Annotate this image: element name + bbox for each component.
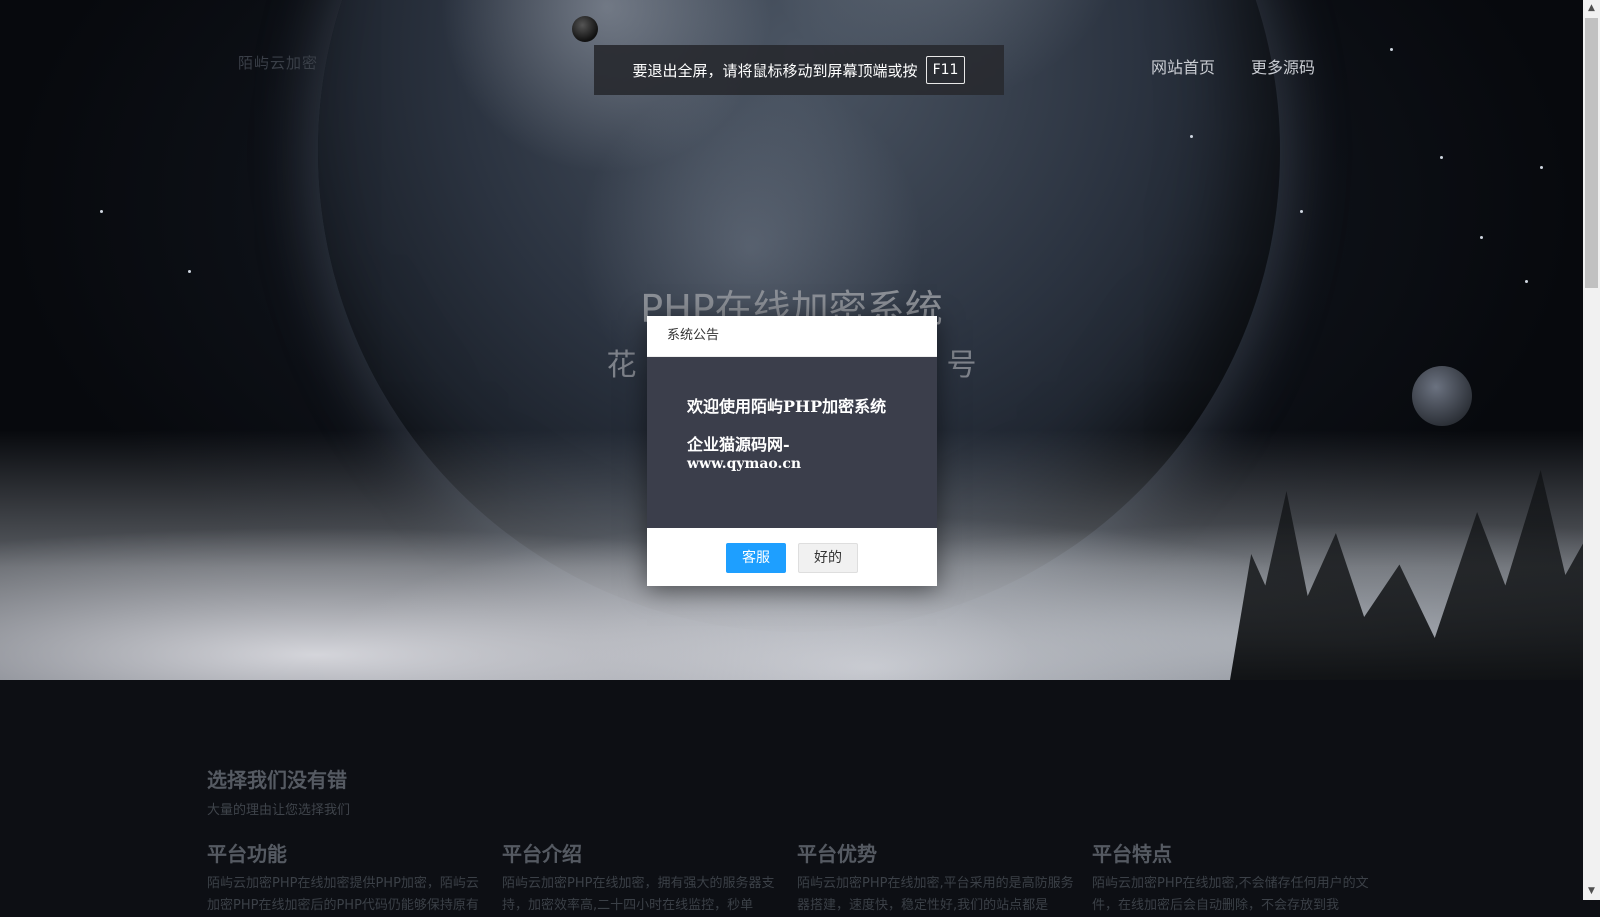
fullscreen-tip-text: 要退出全屏，请将鼠标移动到屏幕顶端或按 bbox=[632, 61, 918, 80]
star bbox=[188, 270, 191, 273]
feature-desc: 陌屿云加密PHP在线加密,不会储存任何用户的文件，在线加密后会自动删除，不会存放… bbox=[1092, 876, 1369, 913]
scroll-down-arrow-icon[interactable]: ▼ bbox=[1583, 883, 1600, 900]
dialog-welcome-text: 欢迎使用陌屿PHP加密系统 bbox=[687, 397, 887, 416]
feature-item: 平台特点 陌屿云加密PHP在线加密,不会储存任何用户的文件，在线加密后会自动删除… bbox=[1092, 838, 1387, 917]
ok-button[interactable]: 好的 bbox=[798, 542, 858, 573]
feature-item: 平台优势 陌屿云加密PHP在线加密,平台采用的是高防服务器搭建，速度快，稳定性好… bbox=[797, 838, 1092, 917]
f11-key: F11 bbox=[925, 56, 966, 84]
feature-item: 平台功能 陌屿云加密PHP在线加密提供PHP加密，陌屿云加密PHP在线加密后的P… bbox=[207, 838, 502, 917]
nav-more-source-link[interactable]: 更多源码 bbox=[1251, 54, 1315, 78]
star bbox=[1480, 236, 1483, 239]
announcement-dialog: 系统公告 欢迎使用陌屿PHP加密系统 企业猫源码网- www.qymao.cn … bbox=[647, 316, 937, 586]
small-moon bbox=[572, 16, 598, 42]
feature-desc: 陌屿云加密PHP在线加密，拥有强大的服务器支持，加密效率高,二十四小时在线监控，… bbox=[502, 876, 775, 913]
star bbox=[1440, 156, 1443, 159]
dialog-body: 欢迎使用陌屿PHP加密系统 企业猫源码网- www.qymao.cn bbox=[647, 357, 937, 528]
dialog-site-name: 企业猫源码网- bbox=[687, 435, 790, 454]
dialog-site-url: www.qymao.cn bbox=[687, 456, 802, 472]
feature-list: 平台功能 陌屿云加密PHP在线加密提供PHP加密，陌屿云加密PHP在线加密后的P… bbox=[207, 838, 1387, 917]
star bbox=[1390, 48, 1393, 51]
star bbox=[1190, 135, 1193, 138]
feature-desc: 陌屿云加密PHP在线加密提供PHP加密，陌屿云加密PHP在线加密后的PHP代码仍… bbox=[207, 876, 479, 913]
dialog-title: 系统公告 bbox=[647, 316, 937, 357]
scrollbar-thumb[interactable] bbox=[1585, 18, 1598, 288]
section-title: 选择我们没有错 bbox=[207, 768, 347, 792]
feature-title: 平台特点 bbox=[1092, 842, 1172, 866]
feature-title: 平台功能 bbox=[207, 842, 287, 866]
star bbox=[100, 210, 103, 213]
star bbox=[1540, 166, 1543, 169]
vertical-scrollbar[interactable]: ▲ ▼ bbox=[1583, 0, 1600, 900]
customer-service-button[interactable]: 客服 bbox=[726, 542, 786, 573]
feature-title: 平台优势 bbox=[797, 842, 877, 866]
feature-item: 平台介绍 陌屿云加密PHP在线加密，拥有强大的服务器支持，加密效率高,二十四小时… bbox=[502, 838, 797, 917]
site-logo[interactable]: 陌屿云加密 bbox=[238, 52, 318, 73]
feature-title: 平台介绍 bbox=[502, 842, 582, 866]
hero-subtitle-left: 花 bbox=[606, 348, 637, 383]
nav-home-link[interactable]: 网站首页 bbox=[1151, 54, 1215, 78]
hero-subtitle-right: 号 bbox=[946, 348, 977, 383]
dialog-footer: 客服 好的 bbox=[647, 528, 937, 587]
feature-desc: 陌屿云加密PHP在线加密,平台采用的是高防服务器搭建，速度快，稳定性好,我们的站… bbox=[797, 876, 1074, 913]
section-subtitle: 大量的理由让您选择我们 bbox=[207, 803, 351, 818]
why-choose-us-header: 选择我们没有错 大量的理由让您选择我们 bbox=[207, 764, 350, 818]
star bbox=[1300, 210, 1303, 213]
top-nav: 网站首页 更多源码 bbox=[1151, 54, 1315, 78]
scroll-up-arrow-icon[interactable]: ▲ bbox=[1583, 0, 1600, 17]
fullscreen-exit-tip: 要退出全屏，请将鼠标移动到屏幕顶端或按 F11 bbox=[594, 45, 1004, 95]
